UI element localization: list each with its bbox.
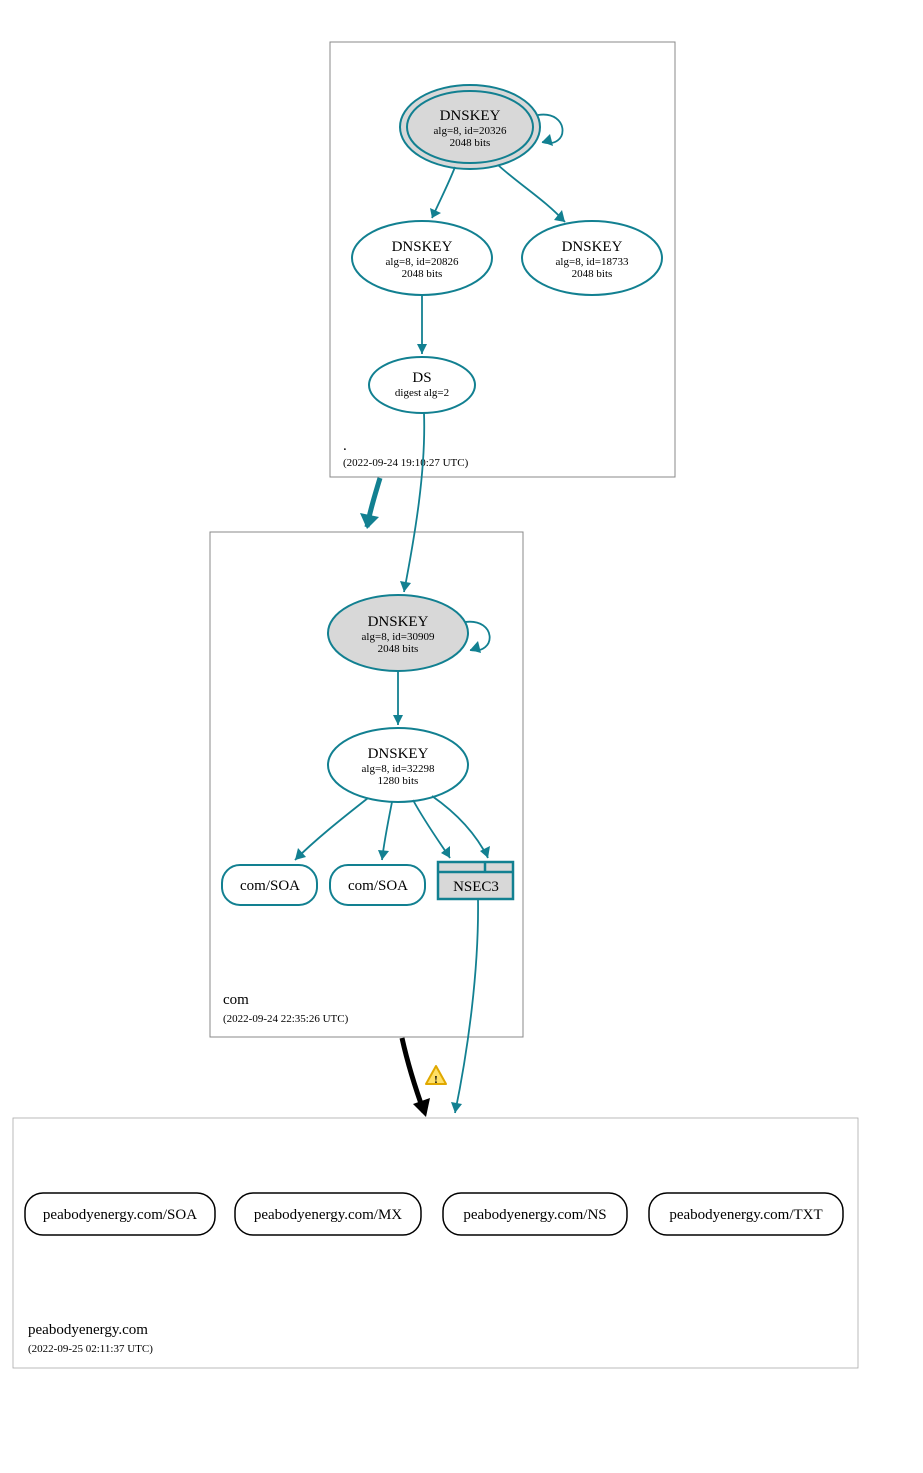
svg-text:2048 bits: 2048 bits bbox=[402, 268, 443, 280]
svg-text:DNSKEY: DNSKEY bbox=[368, 746, 429, 762]
edge-root-ksk-aux bbox=[498, 165, 565, 222]
edge-nsec3-to-leaf bbox=[455, 899, 478, 1113]
node-com-soa-1: com/SOA bbox=[222, 865, 317, 905]
edge-com-to-leaf-delegation bbox=[402, 1038, 424, 1112]
zone-com-label: com bbox=[223, 992, 249, 1008]
edge-root-ksk-zsk bbox=[432, 167, 455, 218]
node-leaf-soa: peabodyenergy.com/SOA bbox=[25, 1193, 215, 1235]
node-leaf-mx: peabodyenergy.com/MX bbox=[235, 1193, 421, 1235]
zone-leaf-label: peabodyenergy.com bbox=[28, 1322, 148, 1338]
svg-text:com/SOA: com/SOA bbox=[348, 878, 408, 894]
zone-com-timestamp: (2022-09-24 22:35:26 UTC) bbox=[223, 1013, 349, 1025]
svg-text:alg=8, id=30909: alg=8, id=30909 bbox=[362, 631, 435, 643]
svg-text:!: ! bbox=[434, 1074, 438, 1086]
edge-ds-to-com-ksk bbox=[404, 413, 424, 592]
edge-com-zsk-soa1 bbox=[295, 798, 368, 860]
svg-text:DNSKEY: DNSKEY bbox=[440, 108, 501, 124]
svg-text:1280 bits: 1280 bits bbox=[378, 775, 419, 787]
node-root-dnskey-zsk: DNSKEY alg=8, id=20826 2048 bits bbox=[352, 221, 492, 295]
svg-text:alg=8, id=32298: alg=8, id=32298 bbox=[362, 763, 435, 775]
node-com-soa-2: com/SOA bbox=[330, 865, 425, 905]
svg-text:2048 bits: 2048 bits bbox=[572, 268, 613, 280]
node-root-ds: DS digest alg=2 bbox=[369, 357, 475, 413]
svg-text:com/SOA: com/SOA bbox=[240, 878, 300, 894]
svg-text:alg=8, id=20326: alg=8, id=20326 bbox=[434, 125, 507, 137]
zone-root-label: . bbox=[343, 438, 347, 454]
node-com-dnskey-zsk: DNSKEY alg=8, id=32298 1280 bits bbox=[328, 728, 468, 802]
svg-text:DNSKEY: DNSKEY bbox=[562, 239, 623, 255]
svg-text:alg=8, id=20826: alg=8, id=20826 bbox=[386, 256, 459, 268]
node-com-nsec3: NSEC3 bbox=[438, 862, 513, 899]
edge-com-zsk-nsec3-b bbox=[432, 796, 488, 858]
dnssec-graph: . (2022-09-24 19:10:27 UTC) DNSKEY alg=8… bbox=[0, 0, 923, 1473]
svg-text:DS: DS bbox=[412, 370, 431, 386]
svg-text:peabodyenergy.com/MX: peabodyenergy.com/MX bbox=[254, 1207, 402, 1223]
svg-text:alg=8, id=18733: alg=8, id=18733 bbox=[556, 256, 629, 268]
svg-text:peabodyenergy.com/TXT: peabodyenergy.com/TXT bbox=[669, 1207, 822, 1223]
svg-text:peabodyenergy.com/SOA: peabodyenergy.com/SOA bbox=[43, 1207, 197, 1223]
warning-icon: ! bbox=[426, 1066, 446, 1086]
svg-text:digest alg=2: digest alg=2 bbox=[395, 387, 449, 399]
zone-leaf: peabodyenergy.com (2022-09-25 02:11:37 U… bbox=[13, 1118, 858, 1368]
node-leaf-txt: peabodyenergy.com/TXT bbox=[649, 1193, 843, 1235]
node-leaf-ns: peabodyenergy.com/NS bbox=[443, 1193, 627, 1235]
zone-leaf-timestamp: (2022-09-25 02:11:37 UTC) bbox=[28, 1343, 153, 1355]
svg-text:DNSKEY: DNSKEY bbox=[392, 239, 453, 255]
node-root-dnskey-ksk: DNSKEY alg=8, id=20326 2048 bits bbox=[400, 85, 540, 169]
zone-root-timestamp: (2022-09-24 19:10:27 UTC) bbox=[343, 457, 469, 469]
node-com-dnskey-ksk: DNSKEY alg=8, id=30909 2048 bits bbox=[328, 595, 468, 671]
zone-root: . (2022-09-24 19:10:27 UTC) DNSKEY alg=8… bbox=[330, 42, 675, 477]
svg-text:NSEC3: NSEC3 bbox=[453, 879, 499, 895]
node-root-dnskey-aux: DNSKEY alg=8, id=18733 2048 bits bbox=[522, 221, 662, 295]
edge-com-zsk-nsec3-a bbox=[413, 800, 450, 858]
svg-text:DNSKEY: DNSKEY bbox=[368, 614, 429, 630]
svg-text:2048 bits: 2048 bits bbox=[450, 137, 491, 149]
svg-text:2048 bits: 2048 bits bbox=[378, 643, 419, 655]
svg-text:peabodyenergy.com/NS: peabodyenergy.com/NS bbox=[463, 1207, 606, 1223]
